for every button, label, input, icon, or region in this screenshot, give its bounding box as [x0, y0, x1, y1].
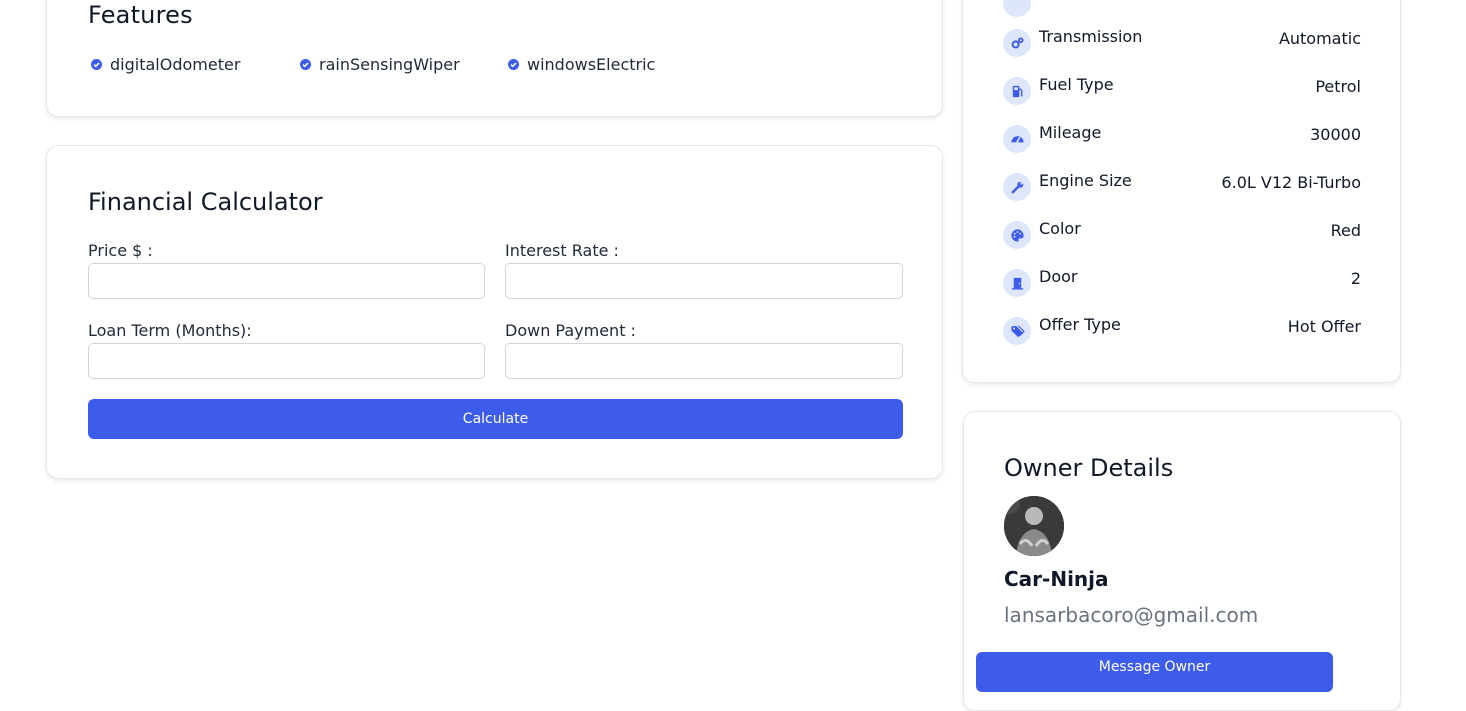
- vehicle-specs-card: Transmission Automatic Fuel Type Petrol …: [962, 0, 1401, 383]
- feature-label: rainSensingWiper: [319, 55, 460, 74]
- spec-row-door: Door 2: [1003, 267, 1361, 299]
- wrench-icon: [1003, 173, 1031, 201]
- owner-details-title: Owner Details: [1004, 454, 1174, 482]
- spec-value: Red: [1330, 221, 1361, 240]
- spec-label: Door: [1039, 267, 1078, 286]
- loan-term-label: Loan Term (Months):: [88, 321, 252, 340]
- spec-row-mileage: Mileage 30000: [1003, 123, 1361, 155]
- spec-label: Engine Size: [1039, 171, 1132, 190]
- spec-value: Hot Offer: [1287, 317, 1361, 336]
- spec-row-color: Color Red: [1003, 219, 1361, 251]
- feature-item: windowsElectric: [508, 55, 655, 74]
- feature-label: windowsElectric: [527, 55, 656, 74]
- spec-row-transmission: Transmission Automatic: [1003, 27, 1361, 59]
- down-payment-label: Down Payment :: [505, 321, 636, 340]
- spec-value: Petrol: [1315, 77, 1361, 96]
- owner-name: Car-Ninja: [1004, 567, 1109, 591]
- gauge-icon: [1003, 125, 1031, 153]
- features-title: Features: [88, 1, 193, 29]
- interest-rate-label: Interest Rate :: [505, 241, 619, 260]
- tag-icon: [1003, 317, 1031, 345]
- owner-details-card: Owner Details Car-Ninja lansarbacoro@gma…: [963, 411, 1401, 711]
- price-label: Price $ :: [88, 241, 153, 260]
- spec-label: Fuel Type: [1039, 75, 1114, 94]
- spec-value: Automatic: [1278, 29, 1361, 48]
- spec-label: Mileage: [1039, 123, 1102, 142]
- spec-row-engine-size: Engine Size 6.0L V12 Bi-Turbo: [1003, 171, 1361, 203]
- spec-value: 30000: [1310, 125, 1361, 144]
- palette-icon: [1003, 221, 1031, 249]
- down-payment-input[interactable]: [505, 343, 903, 379]
- feature-item: digitalOdometer: [91, 55, 240, 74]
- calculator-title: Financial Calculator: [88, 188, 323, 216]
- owner-email: lansarbacoro@gmail.com: [1004, 603, 1259, 627]
- gas-pump-icon: [1003, 77, 1031, 105]
- price-input[interactable]: [88, 263, 485, 299]
- avatar: [1004, 496, 1064, 556]
- spec-value: 6.0L V12 Bi-Turbo: [1221, 173, 1361, 192]
- check-circle-icon: [91, 59, 102, 70]
- feature-label: digitalOdometer: [110, 55, 241, 74]
- door-icon: [1003, 269, 1031, 297]
- gears-icon: [1003, 29, 1031, 57]
- spec-label: Offer Type: [1039, 315, 1121, 334]
- spec-label: Transmission: [1039, 27, 1143, 46]
- message-owner-button[interactable]: Message Owner: [976, 652, 1333, 692]
- spec-icon: [1003, 0, 1031, 17]
- calculate-button[interactable]: Calculate: [88, 399, 903, 439]
- feature-item: rainSensingWiper: [300, 55, 460, 74]
- check-circle-icon: [300, 59, 311, 70]
- loan-term-input[interactable]: [88, 343, 485, 379]
- check-circle-icon: [508, 59, 519, 70]
- spec-value: 2: [1350, 269, 1361, 288]
- interest-rate-input[interactable]: [505, 263, 903, 299]
- spec-row-fuel-type: Fuel Type Petrol: [1003, 75, 1361, 107]
- financial-calculator-card: Financial Calculator Price $ : Interest …: [46, 145, 943, 479]
- features-card: Features digitalOdometer rainSensingWipe…: [46, 0, 943, 117]
- spec-label: Color: [1039, 219, 1081, 238]
- spec-row-offer-type: Offer Type Hot Offer: [1003, 315, 1361, 347]
